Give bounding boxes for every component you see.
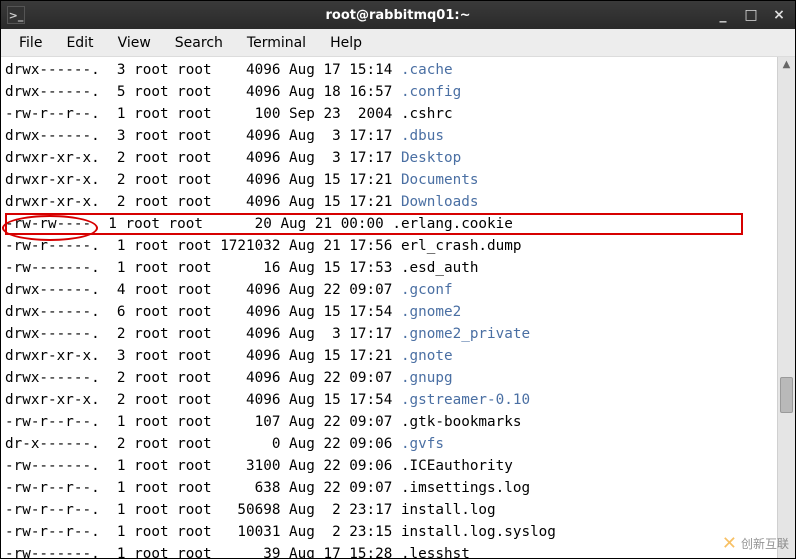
perms: -rw-rw---- [5,216,91,232]
listing-row: -rw-rw---- 1 root root 20 Aug 21 00:00 .… [5,213,773,235]
filename: .gconf [401,282,453,298]
perms: drwxr-xr-x. [5,194,100,210]
perms: -rw-------. [5,546,100,558]
filename: .esd_auth [401,260,478,276]
filename: .ICEauthority [401,458,513,474]
scrollbar[interactable]: ▲ [777,57,795,558]
perms: -rw-r--r--. [5,106,100,122]
scroll-up-icon[interactable]: ▲ [778,59,795,70]
listing-row: -rw-r--r--. 1 root root 107 Aug 22 09:07… [5,411,773,433]
perms: drwx------. [5,282,100,298]
terminal-area: drwx------. 3 root root 4096 Aug 17 15:1… [1,57,795,558]
filename: .gnome2_private [401,326,530,342]
listing-row: drwxr-xr-x. 2 root root 4096 Aug 15 17:2… [5,191,773,213]
perms: drwx------. [5,370,100,386]
window-title: root@rabbitmq01:~ [1,8,795,23]
filename: .dbus [401,128,444,144]
perms: -rw-r--r--. [5,524,100,540]
menu-file[interactable]: File [7,32,54,54]
listing-row: drwxr-xr-x. 2 root root 4096 Aug 3 17:17… [5,147,773,169]
minimize-button[interactable]: _ [713,7,733,23]
listing-row: drwxr-xr-x. 2 root root 4096 Aug 15 17:5… [5,389,773,411]
filename: .gstreamer-0.10 [401,392,530,408]
filename: .cshrc [401,106,453,122]
listing-row: -rw-------. 1 root root 39 Aug 17 15:28 … [5,543,773,558]
menu-help[interactable]: Help [318,32,374,54]
filename: Downloads [401,194,478,210]
filename: .gnupg [401,370,453,386]
maximize-button[interactable]: □ [741,7,761,23]
listing-row: -rw-r--r--. 1 root root 50698 Aug 2 23:1… [5,499,773,521]
perms: -rw-r--r--. [5,414,100,430]
listing-row: -rw-r--r--. 1 root root 100 Sep 23 2004 … [5,103,773,125]
filename: .cache [401,62,453,78]
listing-row: -rw-r--r--. 1 root root 10031 Aug 2 23:1… [5,521,773,543]
filename: .lesshst [401,546,470,558]
listing-row: dr-x------. 2 root root 0 Aug 22 09:06 .… [5,433,773,455]
window-controls: _ □ × [713,7,789,23]
listing-row: -rw-------. 1 root root 3100 Aug 22 09:0… [5,455,773,477]
terminal-icon: >_ [7,6,25,24]
listing-row: drwx------. 4 root root 4096 Aug 22 09:0… [5,279,773,301]
filename: .gtk-bookmarks [401,414,522,430]
filename: .gnome2 [401,304,461,320]
menu-search[interactable]: Search [163,32,235,54]
filename: .gnote [401,348,453,364]
filename: .gvfs [401,436,444,452]
listing-row: -rw-r--r--. 1 root root 638 Aug 22 09:07… [5,477,773,499]
perms: drwx------. [5,84,100,100]
menubar: File Edit View Search Terminal Help [1,29,795,57]
listing-row: drwxr-xr-x. 2 root root 4096 Aug 15 17:2… [5,169,773,191]
listing-row: drwx------. 3 root root 4096 Aug 17 15:1… [5,59,773,81]
perms: -rw-r--r--. [5,480,100,496]
perms: drwxr-xr-x. [5,172,100,188]
filename: Desktop [401,150,461,166]
listing-row: drwx------. 3 root root 4096 Aug 3 17:17… [5,125,773,147]
perms: drwx------. [5,128,100,144]
filename: .config [401,84,461,100]
filename: erl_crash.dump [401,238,522,254]
perms: -rw-r--r--. [5,502,100,518]
listing-row: -rw-r-----. 1 root root 1721032 Aug 21 1… [5,235,773,257]
perms: -rw-------. [5,260,100,276]
perms: drwx------. [5,62,100,78]
perms: -rw-------. [5,458,100,474]
listing-row: drwx------. 5 root root 4096 Aug 18 16:5… [5,81,773,103]
perms: drwx------. [5,326,100,342]
perms: drwxr-xr-x. [5,348,100,364]
close-button[interactable]: × [769,7,789,23]
listing-row: drwx------. 6 root root 4096 Aug 15 17:5… [5,301,773,323]
perms: dr-x------. [5,436,100,452]
listing-row: -rw-------. 1 root root 16 Aug 15 17:53 … [5,257,773,279]
filename: .imsettings.log [401,480,530,496]
perms: drwx------. [5,304,100,320]
filename: install.log [401,502,496,518]
filename: Documents [401,172,478,188]
listing-row: drwxr-xr-x. 3 root root 4096 Aug 15 17:2… [5,345,773,367]
titlebar[interactable]: >_ root@rabbitmq01:~ _ □ × [1,1,795,29]
perms: drwxr-xr-x. [5,150,100,166]
menu-edit[interactable]: Edit [54,32,105,54]
menu-terminal[interactable]: Terminal [235,32,318,54]
perms: drwxr-xr-x. [5,392,100,408]
perms: -rw-r-----. [5,238,100,254]
listing-row: drwx------. 2 root root 4096 Aug 3 17:17… [5,323,773,345]
filename: install.log.syslog [401,524,556,540]
terminal-output[interactable]: drwx------. 3 root root 4096 Aug 17 15:1… [1,57,777,558]
listing-row: drwx------. 2 root root 4096 Aug 22 09:0… [5,367,773,389]
menu-view[interactable]: View [106,32,163,54]
scroll-thumb[interactable] [780,377,793,413]
filename: .erlang.cookie [392,216,513,232]
